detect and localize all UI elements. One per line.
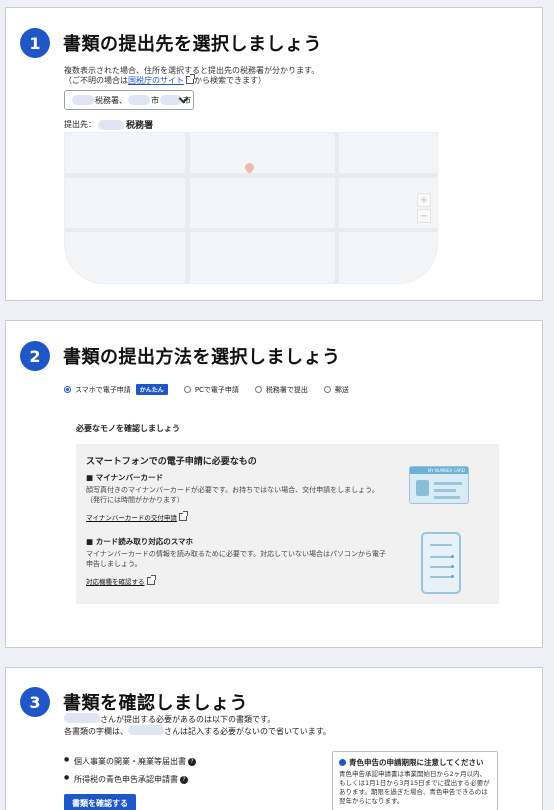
- note-line-2: 各書類の字欄は、 さんは記入する必要がないので省いています。: [64, 725, 331, 737]
- radio-icon: [183, 386, 191, 393]
- list-item: 個人事業の開業・廃業等届出書?: [64, 756, 196, 767]
- office-name: 税務署: [126, 121, 154, 131]
- card-apply-link[interactable]: マイナンバーカードの交付申請: [86, 512, 177, 522]
- easy-badge: かんたん: [135, 384, 168, 395]
- external-link-icon: [146, 575, 156, 585]
- note-line-1: さんが提出する必要があるのは以下の書類です。: [64, 713, 331, 725]
- step1-number: 1: [20, 28, 50, 58]
- requirement-title: ■ マイナンバーカード: [86, 473, 164, 482]
- note-line-1-text: さんが提出する必要があるのは以下の書類です。: [100, 715, 276, 724]
- requirements-subheading: 必要なモノを確認しましょう: [76, 424, 180, 433]
- tax-office-select[interactable]: 税務署、 市 市: [64, 90, 194, 110]
- step1-title: 書類の提出先を選択しましょう: [63, 34, 322, 55]
- method-mail-radio[interactable]: 郵送: [323, 385, 349, 395]
- redacted-text: [98, 119, 124, 130]
- select-value-1: 税務署、: [95, 95, 127, 105]
- redacted-text: [64, 713, 100, 723]
- warning-title-text: 青色申告の申請期限に注意してください: [349, 758, 484, 767]
- zoom-in-button[interactable]: +: [417, 193, 431, 207]
- list-item: 所得税の青色申告承認申請書?: [64, 774, 196, 785]
- documents-note: さんが提出する必要があるのは以下の書類です。 各書類の字欄は、 さんは記入する必要…: [64, 713, 331, 737]
- select-value-2: 市: [151, 95, 159, 105]
- office-label: 提出先：: [64, 120, 96, 129]
- submission-office: 提出先： 税務署: [64, 118, 153, 131]
- help-icon[interactable]: ?: [180, 776, 188, 784]
- redacted-text: [128, 95, 150, 105]
- document-name: 所得税の青色申告承認申請書: [74, 775, 178, 784]
- method-label: 税務署で提出: [265, 385, 308, 394]
- supported-devices-link[interactable]: 対応機種を確認する: [86, 576, 145, 586]
- card-label: MY NUMBER CARD: [410, 467, 468, 474]
- step1-header: 1 書類の提出先を選択しましょう: [20, 28, 322, 58]
- step1-card: 1 書類の提出先を選択しましょう 複数表示された場合、住所を選択すると提出先の税…: [5, 7, 543, 301]
- radio-selected-icon: [64, 386, 71, 393]
- document-name: 個人事業の開業・廃業等届出書: [74, 757, 186, 766]
- confirm-documents-button[interactable]: 書類を確認する: [64, 794, 136, 810]
- step3-number: 3: [20, 687, 50, 717]
- requirement-item: ■ マイナンバーカード 顔写真付きのマイナンバーカードが必要です。お持ちではない…: [86, 472, 386, 524]
- help-line-2: （ご不明の場合は国税庁のサイト から検索できます）: [64, 74, 319, 86]
- step2-title: 書類の提出方法を選択しましょう: [63, 347, 341, 368]
- step2-number: 2: [20, 341, 50, 371]
- help-line-2-post: から検索できます）: [194, 76, 266, 85]
- method-pc-radio[interactable]: PCで電子申請: [183, 385, 239, 395]
- nta-site-link[interactable]: 国税庁のサイト: [128, 76, 184, 85]
- radio-icon: [323, 386, 331, 393]
- requirement-desc: マイナンバーカードの情報を読み取るために必要です。対応していない場合はパソコンか…: [86, 550, 386, 568]
- deadline-warning: 青色申告の申請期限に注意してください 青色申告承認申請書は事業開始日から2ヶ月以…: [332, 751, 498, 810]
- redacted-text: [128, 725, 164, 735]
- smartphone-illustration: [421, 532, 461, 594]
- requirements-box: スマートフォンでの電子申請に必要なもの ■ マイナンバーカード 顔写真付きのマイ…: [76, 444, 499, 604]
- submission-method-options: スマホで電子申請 かんたん PCで電子申請 税務署で提出 郵送: [64, 384, 365, 395]
- method-label: 郵送: [334, 385, 349, 394]
- method-smartphone-radio[interactable]: スマホで電子申請 かんたん: [64, 384, 168, 395]
- step1-help-text: 複数表示された場合、住所を選択すると提出先の税務署が分かります。 （ご不明の場合…: [64, 66, 319, 86]
- requirement-title: ■ カード読み取り対応のスマホ: [86, 537, 193, 546]
- requirements-box-title: スマートフォンでの電子申請に必要なもの: [86, 457, 257, 467]
- office-map[interactable]: + −: [64, 132, 438, 284]
- note-line-2-pre: 各書類の字欄は、: [64, 727, 128, 736]
- map-pin-icon: [243, 161, 256, 174]
- step2-card: 2 書類の提出方法を選択しましょう スマホで電子申請 かんたん PCで電子申請 …: [5, 320, 543, 648]
- step3-title: 書類を確認しましょう: [63, 693, 248, 714]
- zoom-out-button[interactable]: −: [417, 209, 431, 223]
- redacted-text: [72, 95, 94, 105]
- external-link-icon: [186, 74, 195, 84]
- radio-icon: [254, 386, 262, 393]
- documents-list: 個人事業の開業・廃業等届出書? 所得税の青色申告承認申請書?: [64, 756, 196, 792]
- step3-card: 3 書類を確認しましょう さんが提出する必要があるのは以下の書類です。 各書類の…: [5, 667, 543, 810]
- external-link-icon: [178, 511, 188, 521]
- help-icon[interactable]: ?: [188, 758, 196, 766]
- warning-body: 青色申告承認申請書は事業開始日から2ヶ月以内、もしくは1月1日から3月15日まで…: [339, 770, 490, 805]
- method-label: PCで電子申請: [194, 385, 239, 394]
- method-label: スマホで電子申請: [75, 385, 131, 394]
- warning-title: 青色申告の申請期限に注意してください: [339, 757, 491, 768]
- my-number-card-illustration: MY NUMBER CARD: [409, 466, 469, 504]
- requirement-item: ■ カード読み取り対応のスマホ マイナンバーカードの情報を読み取るために必要です…: [86, 536, 386, 588]
- requirement-desc: 顔写真付きのマイナンバーカードが必要です。お持ちではない場合、交付申請をしましょ…: [86, 486, 379, 504]
- method-tax-office-radio[interactable]: 税務署で提出: [254, 385, 308, 395]
- info-icon: [339, 759, 346, 766]
- help-line-2-pre: （ご不明の場合は: [64, 76, 128, 85]
- step2-header: 2 書類の提出方法を選択しましょう: [20, 341, 341, 371]
- note-line-2-post: さんは記入する必要がないので省いています。: [164, 727, 331, 736]
